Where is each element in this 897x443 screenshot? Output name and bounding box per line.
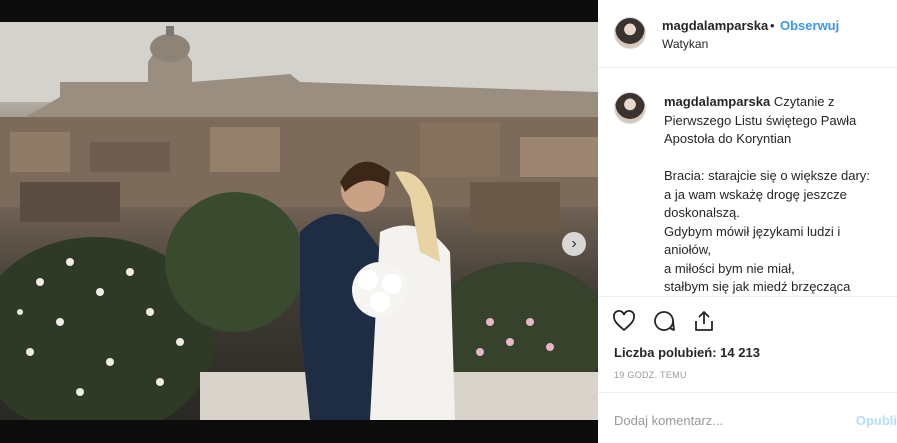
next-arrow-icon: › [571, 235, 577, 252]
caption-line: Bracia: starajcie się o większe dary: [664, 168, 870, 183]
header-separator: • [770, 18, 775, 33]
share-icon[interactable] [692, 309, 716, 333]
post-location[interactable]: Watykan [662, 37, 708, 51]
post-header: magdalamparska • Obserwuj Watykan [598, 0, 897, 68]
caption-line: stałbym się jak miedź brzęcząca [664, 279, 851, 294]
post-photo[interactable]: › [0, 22, 598, 420]
post-caption: magdalamparska Czytanie z Pierwszego Lis… [664, 93, 886, 295]
caption-line [664, 149, 886, 168]
post-timestamp[interactable]: 19 GODZ. TEMU [614, 370, 687, 380]
likes-count[interactable]: Liczba polubień: 14 213 [614, 345, 760, 360]
author-avatar[interactable] [614, 17, 646, 49]
caption-author-username[interactable]: magdalamparska [664, 94, 770, 109]
post-actions: Liczba polubień: 14 213 19 GODZ. TEMU [598, 296, 897, 391]
instagram-post-viewer: › magdalamparska • Obserwuj Watykan magd… [0, 0, 897, 443]
caption-line: Gdybym mówił językami ludzi i aniołów, [664, 223, 841, 258]
carousel-next-button[interactable]: › [562, 232, 586, 256]
post-comment-button[interactable]: Opubli [856, 413, 897, 428]
author-username[interactable]: magdalamparska [662, 18, 768, 33]
comment-input[interactable]: Dodaj komentarz... [614, 413, 723, 428]
caption-line: a miłości bym nie miał, [664, 260, 795, 276]
comments-section[interactable]: magdalamparska Czytanie z Pierwszego Lis… [598, 69, 897, 295]
add-comment-bar: Dodaj komentarz... Opubli [598, 392, 897, 443]
heart-icon[interactable] [612, 309, 636, 333]
action-icons [612, 309, 716, 333]
caption-line: a ja wam wskażę drogę jeszcze doskonalsz… [664, 186, 847, 221]
caption-author-avatar[interactable] [614, 92, 646, 124]
comment-icon[interactable] [652, 309, 676, 333]
wedding-rooftop-scene [0, 22, 598, 420]
post-side-panel: magdalamparska • Obserwuj Watykan magdal… [598, 0, 897, 443]
follow-button[interactable]: Obserwuj [780, 18, 839, 33]
